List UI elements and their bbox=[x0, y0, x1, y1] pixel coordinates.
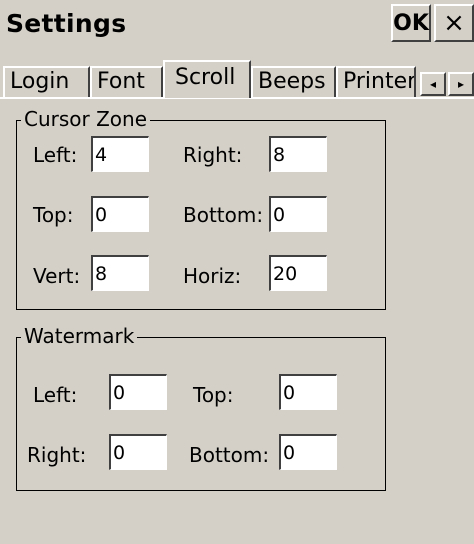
close-icon: × bbox=[443, 8, 465, 38]
close-button[interactable]: × bbox=[434, 4, 474, 42]
cursor-vert-field[interactable] bbox=[91, 255, 149, 291]
watermark-bottom-field[interactable] bbox=[279, 434, 337, 470]
cursor-top-label: Top: bbox=[33, 203, 74, 227]
watermark-left-label: Left: bbox=[33, 383, 78, 407]
cursor-bottom-field[interactable] bbox=[269, 196, 327, 232]
cursor-top-field[interactable] bbox=[91, 196, 149, 232]
tab-login[interactable]: Login bbox=[3, 66, 90, 98]
cursor-right-label: Right: bbox=[183, 143, 243, 167]
cursor-zone-title: Cursor Zone bbox=[21, 107, 151, 131]
watermark-left-field[interactable] bbox=[109, 374, 167, 410]
tab-scroll[interactable]: Scroll bbox=[163, 60, 251, 98]
cursor-horiz-field[interactable] bbox=[269, 255, 327, 291]
cursor-right-field[interactable] bbox=[269, 136, 327, 172]
cursor-zone-group: Cursor Zone Left: Right: Top: Bottom: Ve… bbox=[16, 107, 386, 310]
watermark-right-field[interactable] bbox=[109, 434, 167, 470]
watermark-right-label: Right: bbox=[27, 443, 87, 467]
arrow-left-icon: ◂ bbox=[429, 77, 437, 91]
tab-scroll-right-button[interactable]: ▸ bbox=[448, 72, 474, 96]
cursor-left-label: Left: bbox=[33, 143, 78, 167]
tab-scroll-left-button[interactable]: ◂ bbox=[420, 72, 446, 96]
watermark-title: Watermark bbox=[21, 324, 138, 348]
tab-beeps[interactable]: Beeps bbox=[251, 66, 336, 98]
watermark-top-label: Top: bbox=[193, 383, 234, 407]
tab-font[interactable]: Font bbox=[90, 66, 163, 98]
watermark-group: Watermark Left: Top: Right: Bottom: bbox=[16, 324, 386, 491]
watermark-top-field[interactable] bbox=[279, 374, 337, 410]
cursor-horiz-label: Horiz: bbox=[183, 264, 242, 288]
watermark-bottom-label: Bottom: bbox=[189, 443, 270, 467]
cursor-left-field[interactable] bbox=[91, 136, 149, 172]
tab-strip: Login Font Scroll Beeps Printer ◂ ▸ bbox=[0, 56, 474, 98]
tab-printer[interactable]: Printer bbox=[336, 66, 416, 98]
cursor-bottom-label: Bottom: bbox=[183, 203, 264, 227]
arrow-right-icon: ▸ bbox=[457, 77, 465, 91]
ok-button[interactable]: OK bbox=[391, 4, 431, 42]
window-title: Settings bbox=[6, 9, 127, 38]
title-bar: Settings OK × bbox=[0, 0, 474, 50]
cursor-vert-label: Vert: bbox=[33, 264, 81, 288]
